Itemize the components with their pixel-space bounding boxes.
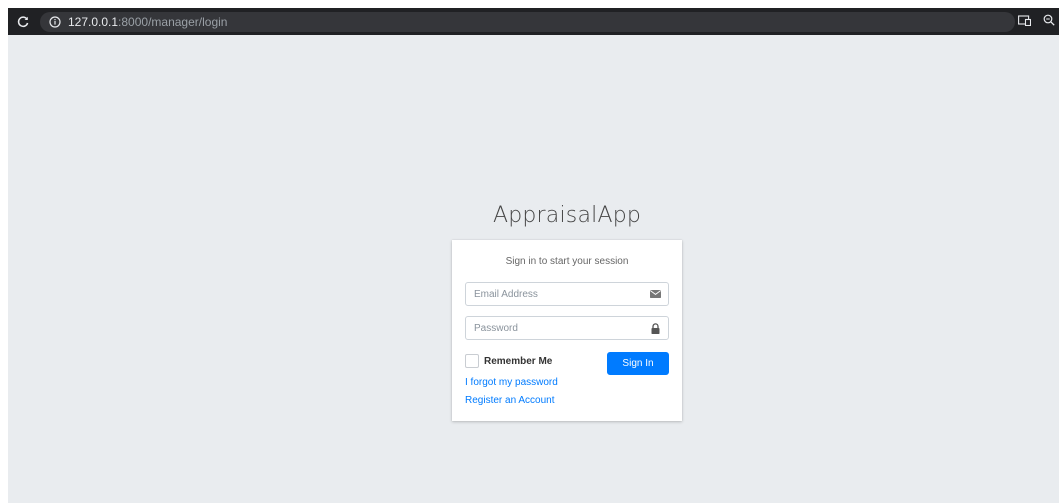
browser-toolbar: 127.0.0.1:8000/manager/login	[8, 8, 1059, 35]
login-message: Sign in to start your session	[505, 256, 629, 267]
login-card: Sign in to start your session Remember M…	[452, 240, 682, 421]
url-text: 127.0.0.1:8000/manager/login	[68, 15, 227, 29]
email-input[interactable]	[466, 283, 642, 305]
remember-me-label[interactable]: Remember Me	[484, 356, 552, 367]
password-input[interactable]	[466, 317, 642, 339]
lock-icon	[642, 317, 668, 339]
envelope-icon	[642, 283, 668, 305]
toolbar-actions	[1018, 8, 1055, 35]
info-icon[interactable]	[48, 15, 61, 28]
sign-in-button[interactable]: Sign In	[607, 352, 669, 375]
forgot-password-link[interactable]: I forgot my password	[465, 377, 558, 388]
url-host: 127.0.0.1	[68, 14, 119, 29]
email-field-group	[465, 282, 669, 306]
left-gutter	[0, 0, 8, 503]
address-bar[interactable]: 127.0.0.1:8000/manager/login	[40, 11, 1015, 32]
password-field-group	[465, 316, 669, 340]
remember-me-row: Remember Me	[465, 353, 552, 369]
remember-me-checkbox[interactable]	[465, 354, 479, 368]
app-title: AppraisalApp	[492, 203, 642, 228]
reload-icon[interactable]	[16, 15, 30, 29]
cast-icon[interactable]	[1018, 13, 1032, 31]
url-path: :8000/manager/login	[118, 14, 228, 29]
zoom-icon[interactable]	[1043, 13, 1055, 31]
register-link[interactable]: Register an Account	[465, 395, 555, 406]
